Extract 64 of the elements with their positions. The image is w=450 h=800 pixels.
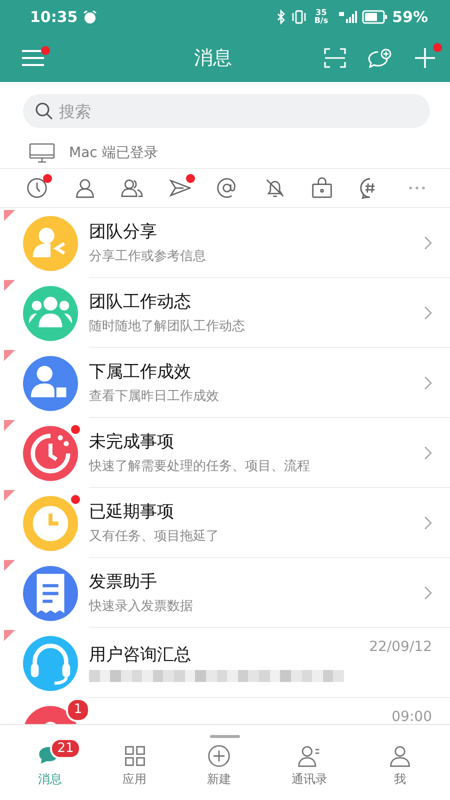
muted-bell-icon[interactable] [264, 177, 286, 199]
message-preview: 分享工作或参考信息 [89, 248, 207, 265]
chevron-right-icon [424, 516, 432, 530]
speed-unit: B/s [314, 17, 328, 25]
message-time: 22/09/12 [369, 639, 432, 655]
message-title: 团队分享 [89, 221, 158, 243]
drag-handle[interactable] [210, 735, 240, 738]
alarm-icon [82, 9, 98, 25]
page-title: 消息 [193, 46, 233, 71]
at-sign-icon[interactable] [216, 177, 238, 199]
message-row[interactable]: 团队分享 分享工作或参考信息 [0, 208, 450, 278]
nav-tab[interactable]: 应用 [96, 738, 173, 788]
chevron-right-icon [424, 376, 432, 390]
chevron-right-icon [424, 446, 432, 460]
nav-tab[interactable]: 我 [362, 738, 438, 788]
search-field[interactable]: 搜索 [23, 94, 430, 128]
chevron-right-icon [424, 306, 432, 320]
message-preview: 快速录入发票数据 [89, 598, 194, 615]
message-title: 发票助手 [89, 571, 158, 593]
nav-tab[interactable]: 通讯录 [265, 738, 354, 788]
message-row[interactable]: 下属工作成效 查看下属昨日工作成效 [0, 348, 450, 418]
message-title: 用户咨询汇总 [89, 644, 192, 666]
contacts-icon [297, 744, 322, 768]
unread-badge: 1 [66, 698, 90, 722]
battery-level: 59% [392, 8, 428, 26]
unread-badge: 21 [50, 738, 81, 759]
clock-time: 10:35 [30, 8, 78, 26]
signal-icon [338, 10, 358, 24]
group-icon[interactable] [121, 177, 143, 199]
message-row[interactable]: 未完成事项 快速了解需要处理的任务、项目、流程 [0, 418, 450, 488]
message-row[interactable]: 发票助手 快速录入发票数据 [0, 558, 450, 628]
message-title: 未完成事项 [89, 431, 175, 453]
vibrate-icon [290, 9, 308, 25]
person-icon[interactable] [74, 177, 96, 199]
message-preview: 又有任务、项目拖延了 [89, 528, 220, 545]
message-title: 下属工作成效 [89, 361, 192, 383]
message-preview: 快速了解需要处理的任务、项目、流程 [89, 458, 311, 475]
add-icon[interactable] [414, 47, 436, 69]
message-title: 团队工作动态 [89, 291, 192, 313]
bluetooth-icon [276, 9, 286, 25]
menu-icon[interactable] [22, 50, 44, 66]
network-speed: 35 [316, 9, 327, 17]
nav-tab[interactable]: 新建 [180, 738, 257, 788]
message-row[interactable]: 团队工作动态 随时随地了解团队工作动态 [0, 278, 450, 348]
message-title: 已延期事项 [89, 501, 175, 523]
message-row[interactable]: 用户咨询汇总 22/09/12 [0, 628, 450, 698]
message-row[interactable]: 已延期事项 又有任务、项目拖延了 [0, 488, 450, 558]
device-login-notice: Mac 端已登录 [69, 144, 158, 162]
chat-add-icon[interactable] [368, 48, 392, 68]
battery-icon [362, 10, 388, 24]
search-icon [35, 102, 53, 120]
chevron-right-icon [424, 586, 432, 600]
add-circle-icon [206, 744, 231, 768]
send-icon[interactable] [168, 177, 190, 199]
nav-tab[interactable]: 21 消息 [12, 738, 88, 788]
message-preview: 随时随地了解团队工作动态 [89, 318, 246, 335]
chevron-right-icon [424, 236, 432, 250]
message-preview: 查看下属昨日工作成效 [89, 388, 220, 405]
person-icon [388, 744, 412, 768]
scan-icon[interactable] [324, 48, 346, 68]
apps-grid-icon [122, 744, 147, 768]
message-time: 09:00 [392, 709, 432, 724]
clock-icon[interactable] [26, 177, 48, 199]
monitor-icon [29, 143, 55, 163]
